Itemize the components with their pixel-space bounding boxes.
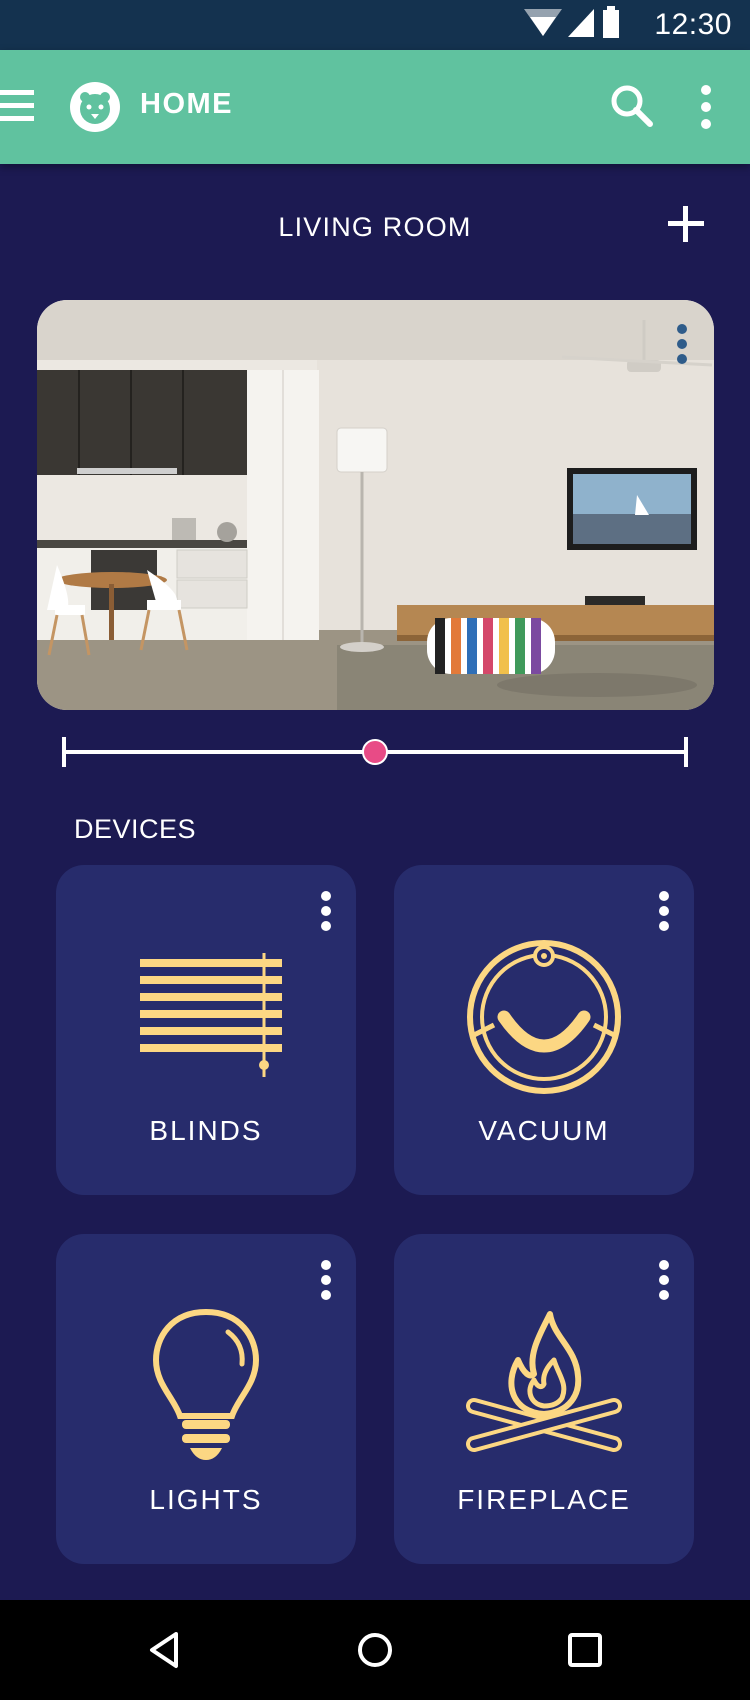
- more-vert-icon[interactable]: [654, 889, 674, 933]
- search-icon[interactable]: [608, 82, 656, 130]
- status-time: 12:30: [654, 8, 732, 41]
- status-bar: 12:30: [0, 0, 750, 50]
- room-slider[interactable]: [62, 730, 688, 774]
- cell-signal-icon: [568, 9, 594, 37]
- wifi-icon: [524, 9, 562, 36]
- plus-icon[interactable]: [666, 204, 706, 244]
- device-label: LIGHTS: [149, 1484, 263, 1515]
- back-icon[interactable]: [142, 1626, 190, 1674]
- more-vert-icon[interactable]: [316, 889, 336, 933]
- app-bar: HOME: [0, 50, 750, 164]
- slider-thumb[interactable]: [362, 739, 388, 765]
- striped-pouf: [427, 618, 555, 674]
- living-room-illustration: [37, 300, 714, 710]
- device-label: VACUUM: [478, 1115, 610, 1146]
- device-label: BLINDS: [149, 1115, 263, 1146]
- battery-icon: [603, 6, 619, 38]
- room-title: LIVING ROOM: [278, 212, 472, 242]
- more-vert-icon[interactable]: [654, 1258, 674, 1302]
- menu-icon[interactable]: [0, 86, 40, 126]
- home-circle-icon[interactable]: [351, 1626, 399, 1674]
- recents-square-icon[interactable]: [561, 1626, 609, 1674]
- device-card-lights[interactable]: LIGHTS: [56, 1234, 356, 1564]
- campfire-icon: [466, 1311, 622, 1452]
- robot-vacuum-icon: [467, 940, 621, 1094]
- device-card-fireplace[interactable]: FIREPLACE: [394, 1234, 694, 1564]
- device-card-blinds[interactable]: BLINDS: [56, 865, 356, 1195]
- device-card-vacuum[interactable]: VACUUM: [394, 865, 694, 1195]
- lion-logo-icon: [70, 82, 120, 132]
- slider-end-tick: [684, 737, 688, 767]
- devices-heading: DEVICES: [74, 814, 197, 844]
- blinds-icon: [140, 953, 282, 1077]
- app-title: HOME: [140, 88, 233, 120]
- more-vert-icon[interactable]: [316, 1258, 336, 1302]
- photo-more-vert-icon[interactable]: [672, 322, 692, 366]
- system-nav-bar: [0, 1600, 750, 1700]
- more-vert-icon[interactable]: [694, 82, 718, 132]
- living-room-photo[interactable]: [37, 300, 714, 710]
- lightbulb-icon: [152, 1308, 260, 1460]
- device-label: FIREPLACE: [457, 1484, 631, 1515]
